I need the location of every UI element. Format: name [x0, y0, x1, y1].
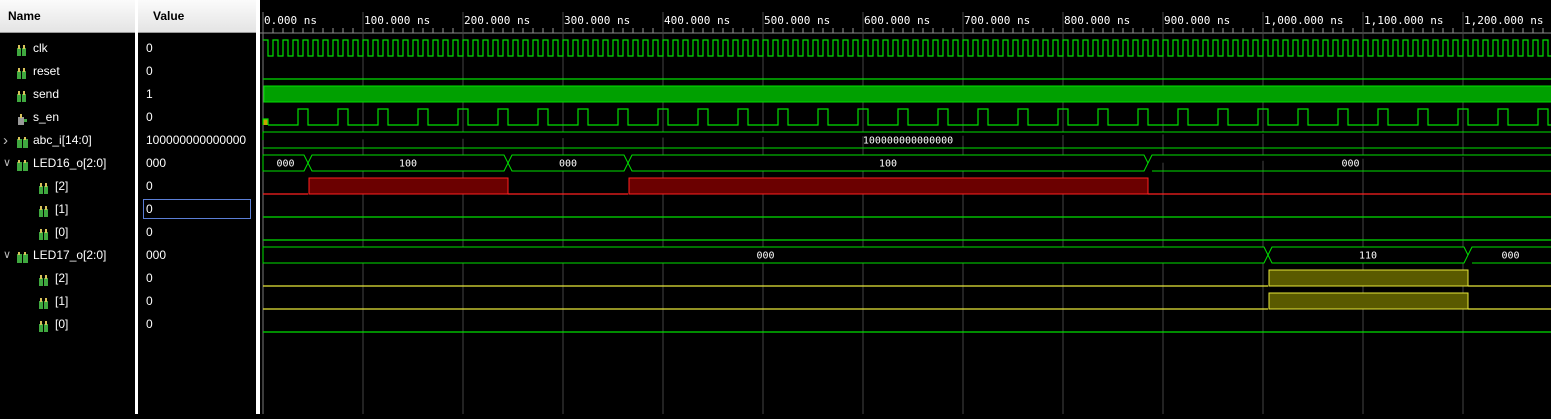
chevron-down-icon[interactable]: ∨	[3, 244, 11, 267]
signal-value: 0	[146, 294, 153, 308]
signal-name: send	[33, 87, 60, 101]
chevron-down-icon[interactable]: ∨	[3, 152, 11, 175]
waveform-area[interactable]: 0.000 ns 100.000 ns 200.000 ns 300.000 ns 40…	[260, 0, 1551, 414]
signal-name: s_en	[33, 110, 60, 124]
s_en-initial-pulse	[263, 119, 268, 125]
time-tick-label: 1,200.000 ns	[1464, 14, 1543, 27]
bit-signal-icon	[38, 318, 50, 332]
time-tick-label: 700.000 ns	[964, 14, 1030, 27]
name-column-header[interactable]: Name	[0, 0, 135, 33]
signal-row[interactable]: [1]	[0, 290, 135, 313]
chevron-right-icon[interactable]: ›	[3, 129, 8, 152]
signal-name: reset	[33, 64, 60, 78]
signal-name: [0]	[55, 317, 69, 331]
signal-name: abc_i[14:0]	[33, 133, 92, 147]
output-signal-icon	[16, 111, 28, 125]
signal-name: clk	[33, 41, 48, 55]
signal-value: 100000000000000	[146, 133, 247, 147]
signal-value: 0	[146, 271, 153, 285]
signal-value: 000	[146, 156, 167, 170]
bit-high-segment	[1268, 269, 1469, 287]
signal-row[interactable]: ∨ LED16_o[2:0]	[0, 152, 135, 175]
signal-value: 0	[146, 179, 153, 193]
bit-signal-icon	[38, 180, 50, 194]
signal-name: [1]	[55, 294, 69, 308]
time-tick-label: 0.000 ns	[264, 14, 317, 27]
bus-icon	[16, 134, 28, 148]
signal-row[interactable]: [0]	[0, 221, 135, 244]
signal-name: [0]	[55, 225, 69, 239]
bus-value-label: 110	[1359, 251, 1377, 262]
clk-waveform	[263, 39, 1551, 57]
time-tick-label: 800.000 ns	[1064, 14, 1130, 27]
bit-signal-icon	[38, 203, 50, 217]
signal-name: [2]	[55, 179, 69, 193]
s_en-waveform	[262, 108, 1551, 126]
bit-high-segment	[1268, 292, 1469, 310]
signal-row[interactable]: [1]	[0, 198, 135, 221]
bit-high-segment	[263, 85, 1551, 103]
signal-row[interactable]: send	[0, 83, 135, 106]
signal-value: 0	[146, 41, 153, 55]
signal-row[interactable]: s_en	[0, 106, 135, 129]
signal-row[interactable]: clk	[0, 37, 135, 60]
value-column-header[interactable]: Value	[138, 0, 256, 33]
bus-icon	[16, 157, 28, 171]
signal-value: 0	[146, 225, 153, 239]
time-tick-label: 300.000 ns	[564, 14, 630, 27]
waveform-canvas[interactable]: 0.000 ns 100.000 ns 200.000 ns 300.000 ns 40…	[260, 0, 1551, 414]
signal-name: [1]	[55, 202, 69, 216]
signal-value: 1	[146, 87, 153, 101]
signal-value: 0	[146, 317, 153, 331]
bit-signal-icon	[16, 42, 28, 56]
time-tick-label: 1,100.000 ns	[1364, 14, 1443, 27]
time-tick-label: 100.000 ns	[364, 14, 430, 27]
bit-signal-icon	[38, 295, 50, 309]
bus-value-label: 000	[1341, 159, 1359, 170]
signal-row[interactable]: [2]	[0, 267, 135, 290]
time-tick-label: 500.000 ns	[764, 14, 830, 27]
bus-value-label: 000	[756, 251, 774, 262]
signal-row[interactable]: reset	[0, 60, 135, 83]
bit-high-segment	[628, 177, 1149, 195]
bus-value-label: 000	[276, 159, 294, 170]
signal-name: [2]	[55, 271, 69, 285]
bus-value-label: 100000000000000	[863, 136, 953, 147]
time-tick-label: 600.000 ns	[864, 14, 930, 27]
signal-value: 0	[146, 110, 153, 124]
bus-value-label: 000	[559, 159, 577, 170]
signal-value: 0	[143, 199, 251, 219]
time-tick-label: 400.000 ns	[664, 14, 730, 27]
time-tick-label: 200.000 ns	[464, 14, 530, 27]
signal-value: 000	[146, 248, 167, 262]
time-tick-label: 1,000.000 ns	[1264, 14, 1343, 27]
bus-value-label: 000	[1501, 251, 1519, 262]
signal-name: LED17_o[2:0]	[33, 248, 107, 262]
bit-signal-icon	[16, 65, 28, 79]
signal-name-pane: Name clk reset send s_en › abc_i[14:0] ∨ LED16_…	[0, 0, 136, 414]
bus-icon	[16, 249, 28, 263]
bit-signal-icon	[16, 88, 28, 102]
bit-signal-icon	[38, 226, 50, 240]
signal-row[interactable]: [0]	[0, 313, 135, 336]
signal-row[interactable]: [2]	[0, 175, 135, 198]
bus-value-label: 100	[399, 159, 417, 170]
bus-value-label: 100	[879, 159, 897, 170]
signal-row[interactable]: ∨ LED17_o[2:0]	[0, 244, 135, 267]
bit-signal-icon	[38, 272, 50, 286]
signal-value: 0	[146, 64, 153, 78]
time-tick-label: 900.000 ns	[1164, 14, 1230, 27]
signal-row[interactable]: › abc_i[14:0]	[0, 129, 135, 152]
signal-name: LED16_o[2:0]	[33, 156, 107, 170]
bit-high-segment	[308, 177, 509, 195]
